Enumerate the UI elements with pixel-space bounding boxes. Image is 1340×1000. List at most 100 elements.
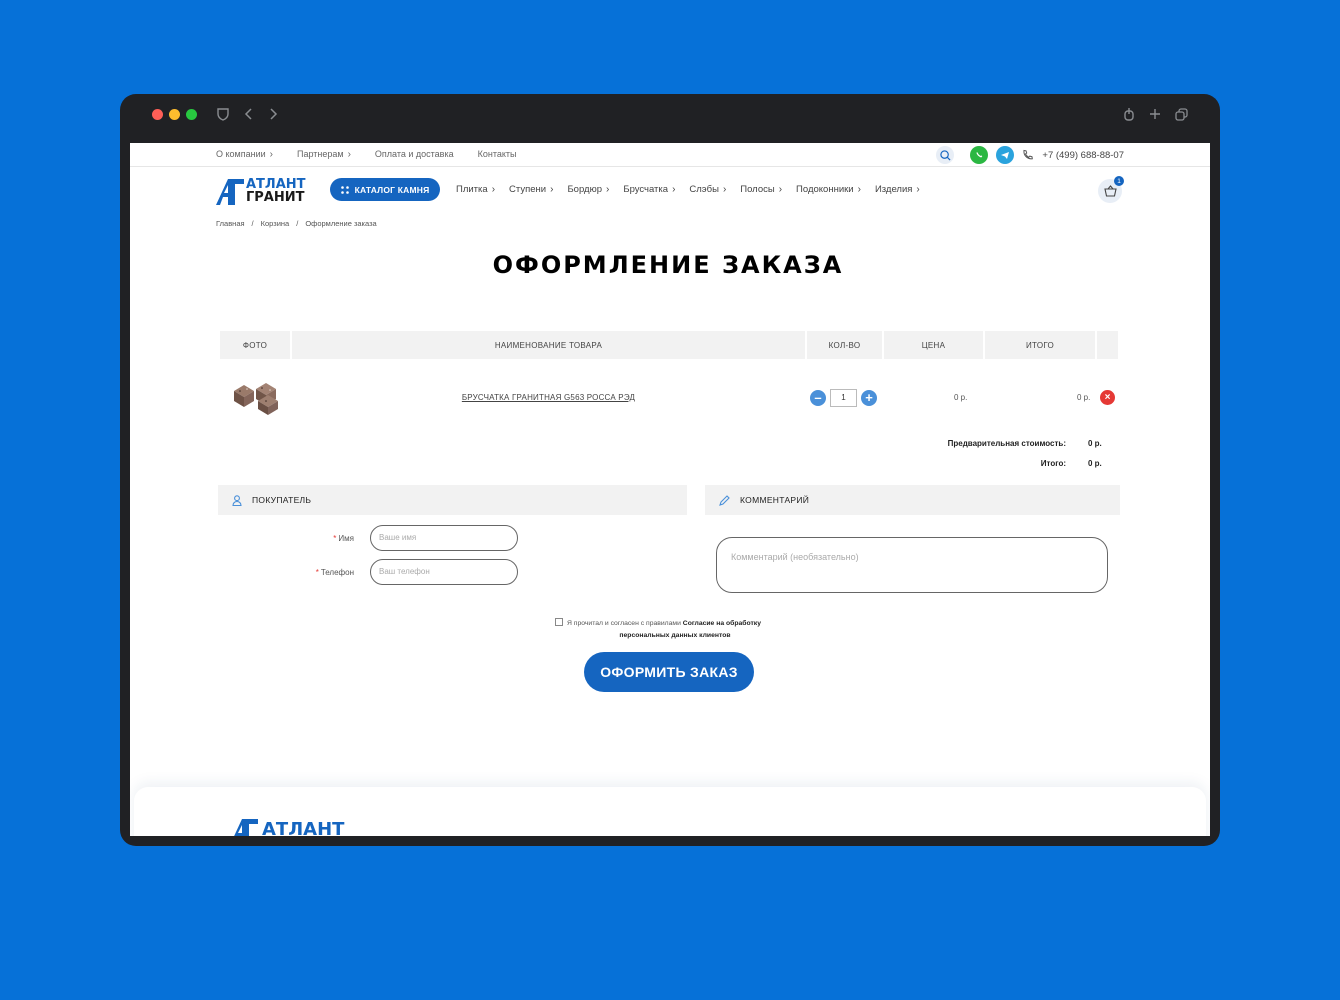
new-tab-icon[interactable]	[1149, 108, 1161, 120]
required-marker: *	[315, 567, 319, 577]
nav-label: Подоконники	[796, 184, 854, 195]
forward-icon[interactable]	[268, 107, 278, 121]
logo-text-bottom: ГРАНИТ	[246, 190, 305, 205]
agreement-link[interactable]: Согласие на обработку	[683, 620, 761, 627]
cart-button[interactable]: 1	[1098, 176, 1124, 203]
tabs-overview-icon[interactable]	[1175, 107, 1188, 121]
cart-count-badge: 1	[1114, 176, 1124, 186]
table-header: ФОТО НАИМЕНОВАНИЕ ТОВАРА КОЛ-ВО ЦЕНА ИТО…	[220, 331, 1118, 359]
footer-logo[interactable]: АТЛАНТ	[230, 817, 370, 836]
top-nav: О компании › Партнерам › Оплата и доставка…	[216, 149, 516, 160]
page-viewport: О компании › Партнерам › Оплата и доставка…	[130, 143, 1210, 836]
top-bar: О компании › Партнерам › Оплата и доставка…	[130, 143, 1210, 167]
breadcrumb-home[interactable]: Главная	[216, 219, 245, 228]
maximize-window-button[interactable]	[186, 109, 197, 120]
item-total: 0 р.	[1077, 393, 1091, 402]
nav-item-curbs[interactable]: Бордюр ›	[567, 184, 609, 195]
comment-section-header: КОММЕНТАРИЙ	[705, 485, 1120, 515]
telegram-icon[interactable]	[996, 146, 1015, 164]
top-nav-partners[interactable]: Партнерам ›	[297, 149, 351, 160]
name-label-text: Имя	[338, 533, 354, 543]
chevron-right-icon: ›	[722, 184, 727, 195]
catalog-button-label: КАТАЛОГ КАМНЯ	[354, 184, 430, 195]
cart-table: ФОТО НАИМЕНОВАНИЕ ТОВАРА КОЛ-ВО ЦЕНА ИТО…	[220, 331, 1118, 437]
top-nav-payment-delivery[interactable]: Оплата и доставка	[375, 149, 454, 160]
required-marker: *	[333, 533, 337, 543]
nav-label: Плитка	[456, 184, 488, 195]
phone-label-text: Телефон	[320, 567, 354, 577]
search-icon[interactable]	[936, 146, 955, 164]
remove-item-icon[interactable]: ×	[1100, 390, 1115, 405]
catalog-button[interactable]: КАТАЛОГ КАМНЯ	[330, 178, 440, 201]
total-value: 0 р.	[1088, 459, 1102, 468]
top-nav-contacts[interactable]: Контакты	[478, 149, 517, 160]
decrease-quantity-button[interactable]: –	[810, 390, 826, 406]
comment-section-title: КОММЕНТАРИЙ	[740, 495, 810, 505]
chevron-right-icon: ›	[605, 184, 610, 195]
back-icon[interactable]	[244, 107, 254, 121]
nav-item-steps[interactable]: Ступени ›	[509, 184, 553, 195]
buyer-section-title: ПОКУПАТЕЛЬ	[252, 495, 312, 505]
breadcrumb: Главная / Корзина / Оформление заказа	[216, 219, 377, 228]
nav-label: Брусчатка	[623, 184, 669, 195]
breadcrumb-cart[interactable]: Корзина	[261, 219, 290, 228]
column-total: ИТОГО	[985, 331, 1095, 359]
phone-input[interactable]: Ваш телефон	[370, 559, 518, 585]
name-input[interactable]: Ваше имя	[370, 525, 518, 551]
column-name: НАИМЕНОВАНИЕ ТОВАРА	[292, 331, 805, 359]
close-window-button[interactable]	[152, 109, 163, 120]
agreement-link-continued[interactable]: персональных данных клиентов	[555, 630, 795, 642]
basket-icon	[1103, 185, 1117, 197]
top-nav-label: Партнерам	[296, 149, 344, 159]
agreement: Я прочитал и согласен с правилами Соглас…	[555, 618, 795, 642]
nav-item-slabs[interactable]: Слэбы ›	[689, 184, 726, 195]
nav-label: Ступени	[509, 184, 547, 195]
product-image[interactable]	[232, 379, 280, 415]
order-summary: Предварительная стоимость: 0 р. Итого: 0 р…	[948, 439, 1104, 479]
table-row: БРУСЧАТКА ГРАНИТНАЯ G563 РОССА РЭД – 1 +…	[220, 359, 1118, 437]
nav-item-tiles[interactable]: Плитка ›	[456, 184, 495, 195]
shield-icon[interactable]	[216, 107, 230, 121]
product-name-link[interactable]: БРУСЧАТКА ГРАНИТНАЯ G563 РОССА РЭД	[290, 393, 807, 402]
nav-item-paving[interactable]: Брусчатка ›	[623, 184, 675, 195]
pencil-icon	[719, 494, 730, 506]
chevron-right-icon: ›	[672, 184, 676, 195]
total-label: Итого:	[1040, 459, 1066, 468]
breadcrumb-separator: /	[251, 219, 254, 228]
increase-quantity-button[interactable]: +	[861, 390, 877, 406]
browser-nav	[216, 104, 278, 124]
breadcrumb-separator: /	[296, 219, 299, 228]
user-icon	[232, 494, 242, 506]
share-icon[interactable]	[1123, 107, 1135, 121]
page-title: ОФОРМЛЕНИЕ ЗАКАЗА	[492, 251, 844, 279]
chevron-right-icon: ›	[857, 184, 861, 195]
comment-textarea[interactable]: Комментарий (необязательно)	[716, 537, 1108, 593]
window-controls	[152, 109, 197, 120]
browser-window: О компании › Партнерам › Оплата и доставка…	[120, 94, 1220, 846]
main-nav: Плитка › Ступени › Бордюр › Брусчатка › Слэб…	[456, 184, 920, 195]
main-header: АТЛАНТ ГРАНИТ КАТАЛОГ КАМНЯ Плитка › Ступ…	[130, 167, 1210, 215]
minimize-window-button[interactable]	[169, 109, 180, 120]
column-qty: КОЛ-ВО	[807, 331, 882, 359]
phone-link[interactable]: +7 (499) 688-88-07	[1042, 150, 1124, 161]
chevron-right-icon: ›	[778, 184, 783, 195]
chevron-right-icon: ›	[269, 149, 273, 160]
agreement-checkbox[interactable]	[555, 618, 563, 626]
quantity-stepper: – 1 +	[810, 389, 877, 407]
whatsapp-icon[interactable]	[970, 146, 989, 164]
preliminary-cost-value: 0 р.	[1088, 439, 1102, 448]
grid-icon	[340, 185, 349, 194]
nav-item-strips[interactable]: Полосы ›	[740, 184, 782, 195]
site-logo[interactable]: АТЛАНТ ГРАНИТ	[216, 177, 312, 207]
quantity-input[interactable]: 1	[830, 389, 857, 407]
top-nav-about[interactable]: О компании ›	[216, 149, 273, 160]
nav-label: Бордюр	[567, 184, 602, 195]
nav-label: Слэбы	[689, 184, 719, 195]
nav-label: Изделия	[874, 184, 913, 195]
nav-item-products[interactable]: Изделия ›	[875, 184, 920, 195]
chevron-right-icon: ›	[347, 149, 351, 160]
submit-order-button[interactable]: ОФОРМИТЬ ЗАКАЗ	[584, 652, 754, 692]
top-contacts: +7 (499) 688-88-07	[936, 146, 1124, 164]
nav-item-sills[interactable]: Подоконники ›	[796, 184, 861, 195]
chevron-right-icon: ›	[491, 184, 496, 195]
